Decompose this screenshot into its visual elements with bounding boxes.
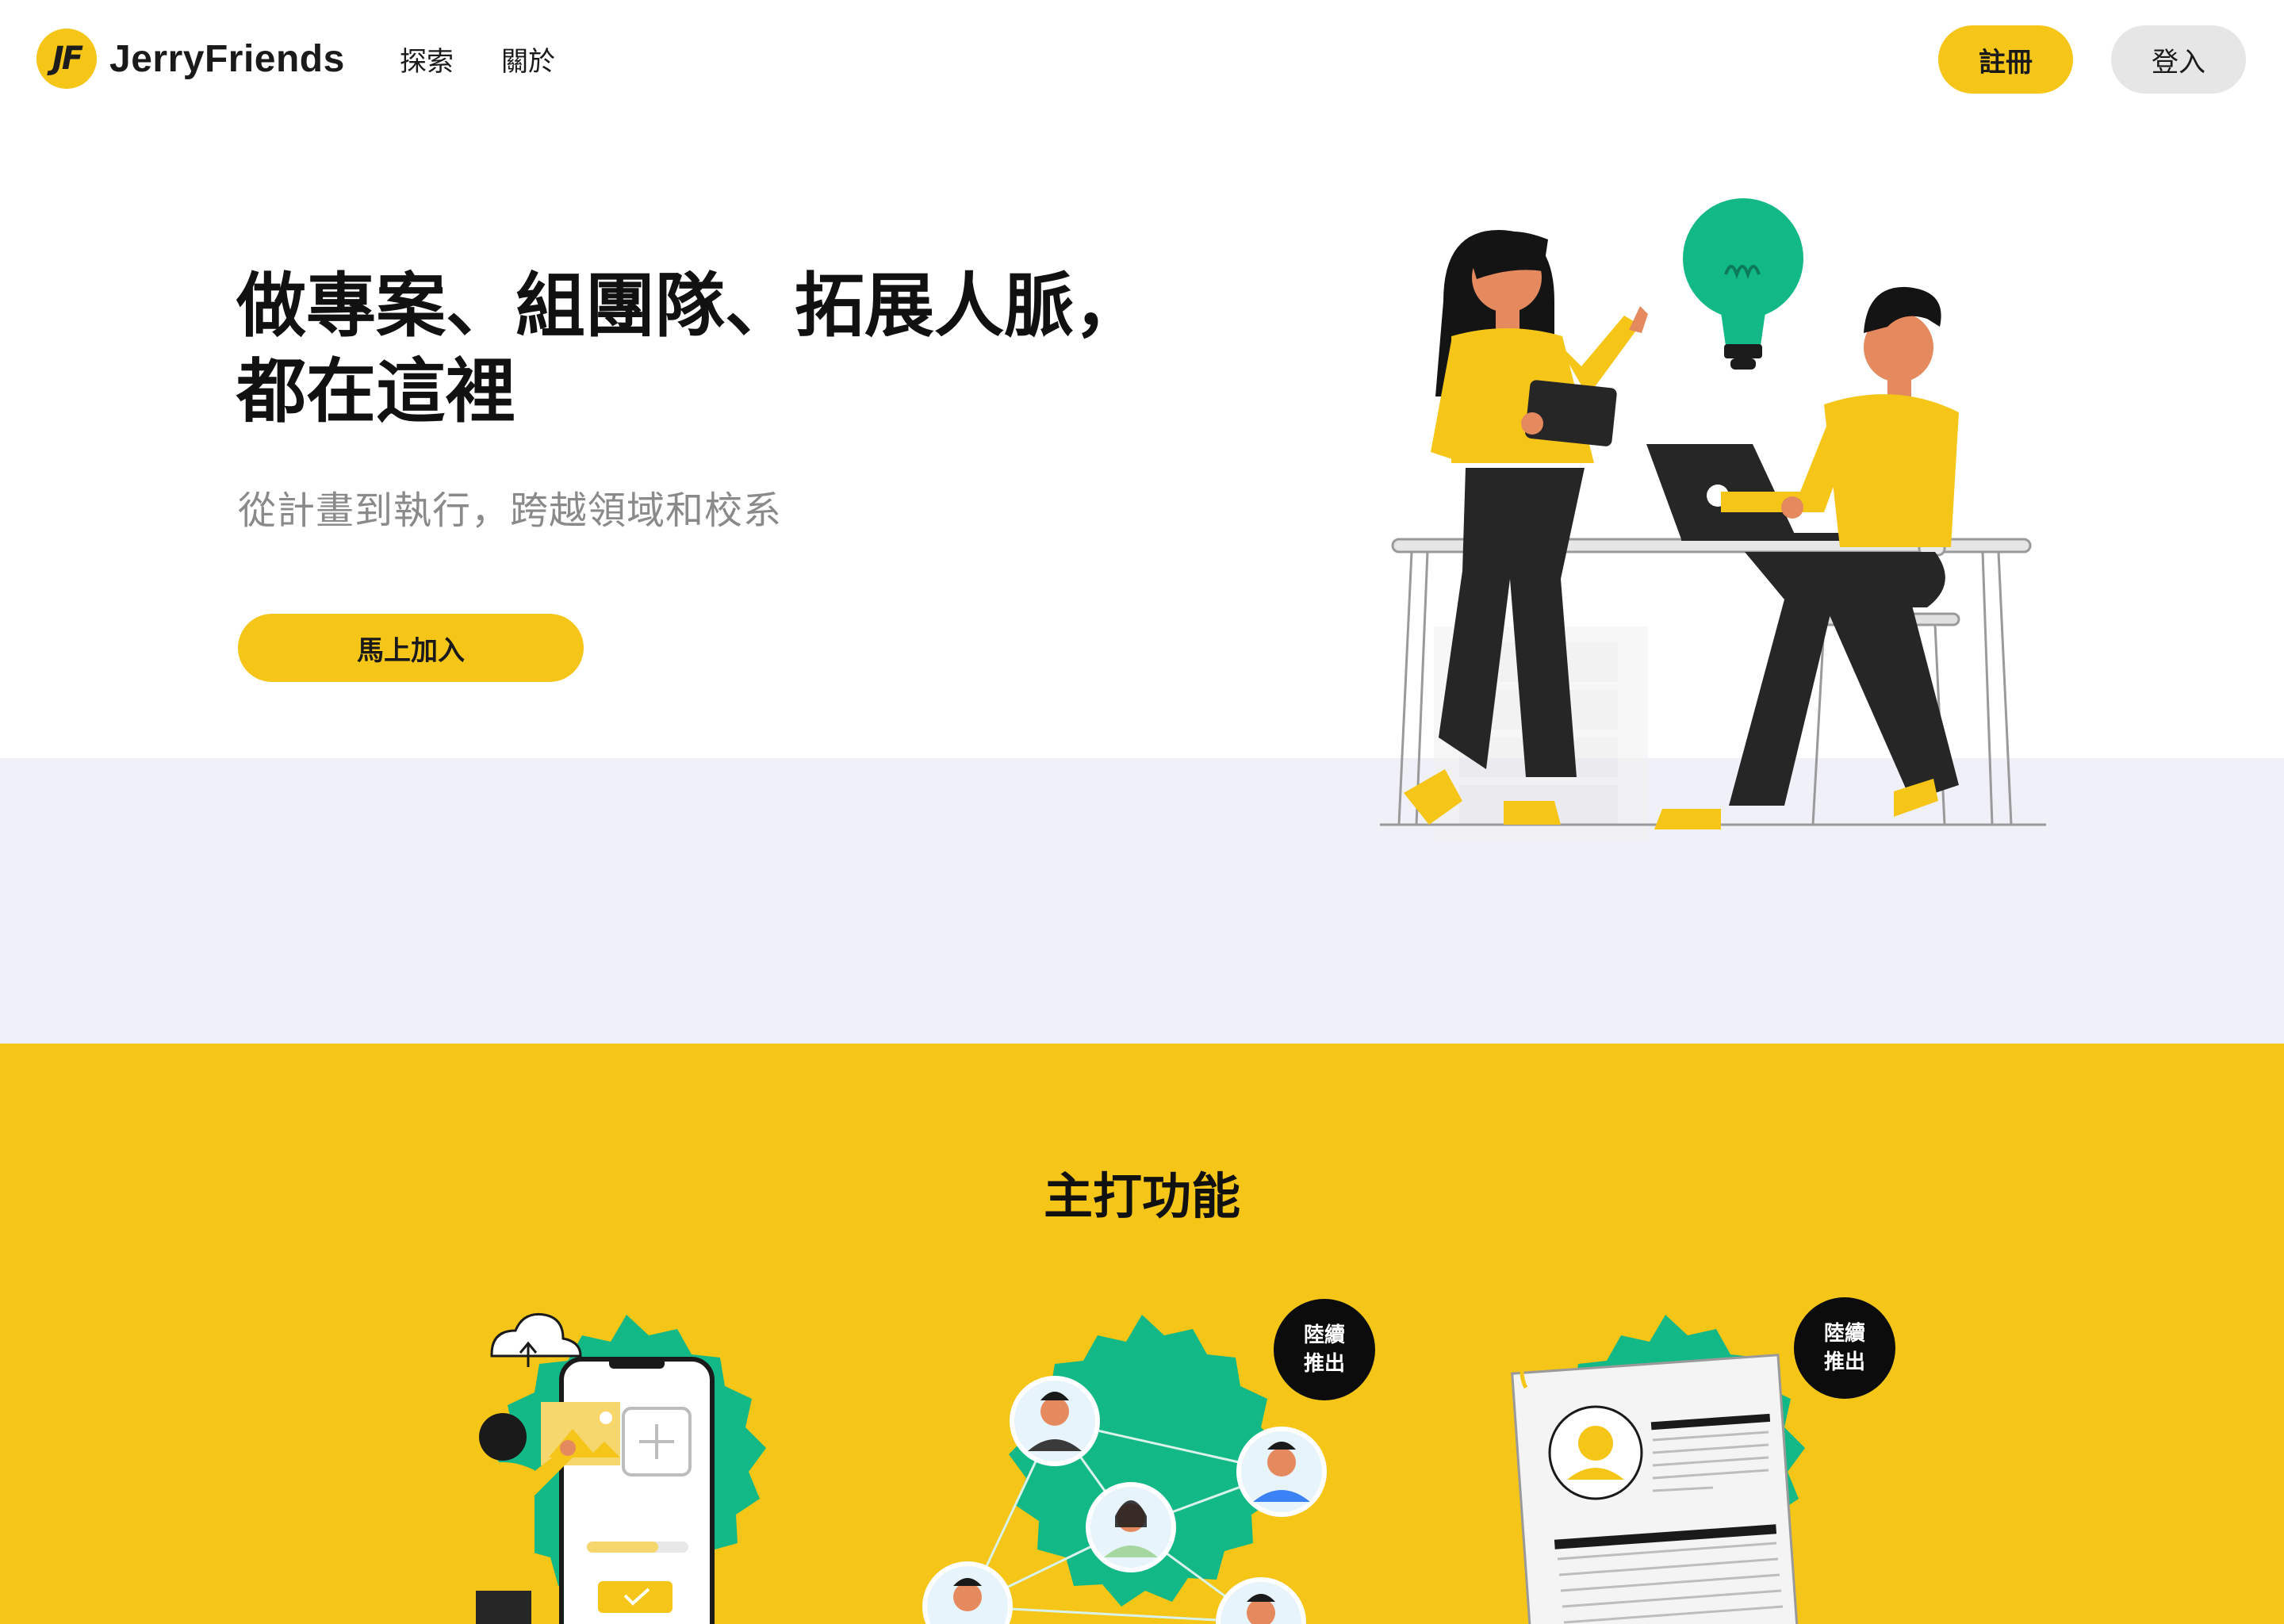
- feature-project-illustration[interactable]: [373, 1281, 880, 1624]
- man-figure: [1654, 286, 1959, 829]
- avatar-node: [1086, 1482, 1176, 1572]
- brand-name: JerryFriends: [109, 37, 345, 80]
- hero-subtitle: 從計畫到執行，跨越領域和校系: [238, 488, 783, 533]
- nav-explore-link[interactable]: 探索: [400, 40, 454, 79]
- nav-about-link[interactable]: 關於: [501, 40, 555, 79]
- avatar-node: [922, 1561, 1013, 1624]
- coming-soon-line-1: 陸續: [1303, 1323, 1345, 1347]
- coming-soon-line-2: 推出: [1303, 1352, 1345, 1376]
- hero-title-line-1: 做專案、組團隊、拓展人脈，: [236, 265, 1144, 347]
- features-section: 主打功能 陸續 推出 陸續 推出: [0, 1044, 2284, 1624]
- features-title: 主打功能: [1043, 1167, 1240, 1225]
- coming-soon-line-2: 推出: [1823, 1350, 1865, 1374]
- hero-title: 做專案、組團隊、拓展人脈， 都在這裡: [236, 263, 1188, 435]
- avatar-node: [1216, 1577, 1306, 1624]
- coming-soon-badge: 陸續 推出: [1274, 1299, 1375, 1400]
- brand-logo[interactable]: JF JerryFriends: [36, 29, 345, 89]
- top-nav: JF JerryFriends 探索 關於 註冊 登入: [0, 0, 2284, 117]
- coming-soon-line-1: 陸續: [1823, 1322, 1865, 1346]
- logo-mark-text: JF: [52, 40, 83, 77]
- lightbulb-icon: [1683, 198, 1803, 370]
- login-button[interactable]: 登入: [2111, 25, 2246, 94]
- join-now-button[interactable]: 馬上加入: [238, 614, 584, 682]
- register-button[interactable]: 註冊: [1938, 25, 2073, 94]
- avatar-node: [1010, 1376, 1100, 1466]
- avatar-node: [1236, 1427, 1327, 1517]
- hero-illustration: [1380, 198, 2046, 841]
- logo-mark: JF: [36, 29, 97, 89]
- hero-title-line-2: 都在這裡: [236, 350, 516, 432]
- coming-soon-badge: 陸續 推出: [1794, 1297, 1895, 1399]
